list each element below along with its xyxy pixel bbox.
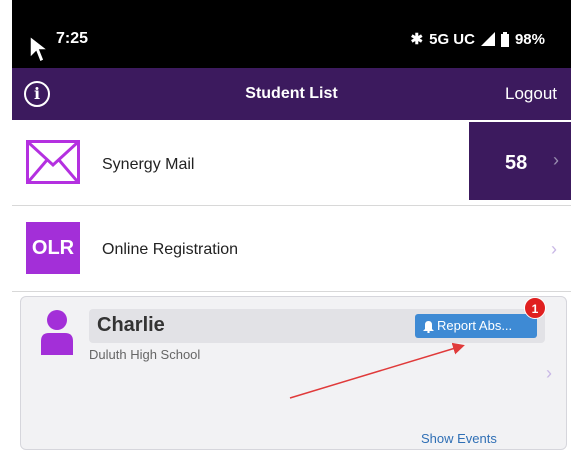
bell-icon xyxy=(423,320,434,333)
status-bar: 7:25 ✱ 5G UC 98% xyxy=(12,0,571,68)
olr-icon: OLR xyxy=(26,222,80,274)
status-indicators: ✱ 5G UC 98% xyxy=(410,30,545,49)
mail-count-box[interactable]: 58 › xyxy=(469,122,571,200)
synergy-mail-label: Synergy Mail xyxy=(102,156,195,173)
report-absence-button[interactable]: Report Abs... xyxy=(415,314,537,338)
chevron-right-icon: › xyxy=(546,363,552,383)
network-label: 5G UC xyxy=(429,30,475,48)
synergy-mail-row[interactable]: Synergy Mail 58 › xyxy=(12,120,571,206)
chevron-right-icon: › xyxy=(553,150,559,170)
report-absence-label: Report Abs... xyxy=(437,318,513,333)
logout-button[interactable]: Logout xyxy=(505,84,557,104)
student-name-bar: Charlie Report Abs... xyxy=(89,309,545,343)
student-name: Charlie xyxy=(97,314,165,336)
cursor-icon xyxy=(29,34,50,64)
mail-count: 58 xyxy=(505,152,528,174)
student-card[interactable]: Charlie Report Abs... 1 Duluth High Scho… xyxy=(20,296,567,450)
online-registration-label: Online Registration xyxy=(102,241,239,258)
page-title: Student List xyxy=(245,85,338,102)
bluetooth-icon: ✱ xyxy=(410,31,424,48)
notification-badge: 1 xyxy=(524,297,546,319)
show-events-link[interactable]: Show Events xyxy=(421,431,497,446)
battery-icon xyxy=(500,31,509,47)
status-time: 7:25 xyxy=(56,30,89,47)
school-name: Duluth High School xyxy=(89,347,201,362)
app-header: i Student List Logout xyxy=(12,68,571,120)
mail-icon xyxy=(26,140,80,184)
app-frame: 7:25 ✱ 5G UC 98% i Student List Logout S… xyxy=(12,0,571,462)
battery-level: 98% xyxy=(514,30,545,48)
online-registration-row[interactable]: OLR Online Registration › xyxy=(12,206,571,292)
chevron-right-icon: › xyxy=(551,239,557,259)
signal-icon xyxy=(480,32,495,46)
avatar-icon xyxy=(41,310,73,355)
